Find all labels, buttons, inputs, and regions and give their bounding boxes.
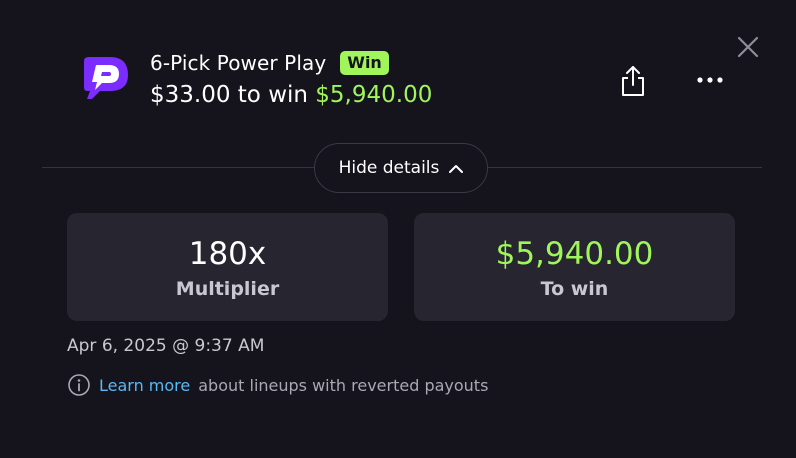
prizepicks-logo <box>84 57 128 99</box>
more-options-button[interactable] <box>694 66 726 94</box>
to-win-value: $5,940.00 <box>495 236 654 272</box>
multiplier-card: 180x Multiplier <box>67 213 388 321</box>
lineup-title: 6-Pick Power Play <box>150 51 327 75</box>
learn-more-link[interactable]: Learn more <box>99 376 190 395</box>
more-icon <box>697 77 723 83</box>
multiplier-label: Multiplier <box>175 278 280 300</box>
chevron-up-icon <box>449 164 464 173</box>
reverted-payouts-info: Learn more about lineups with reverted p… <box>67 373 488 397</box>
multiplier-value: 180x <box>188 236 267 272</box>
info-text: about lineups with reverted payouts <box>198 375 489 395</box>
stake-summary: $33.00 to win $5,940.00 <box>150 82 432 108</box>
hide-details-button[interactable]: Hide details <box>314 143 488 193</box>
hide-details-label: Hide details <box>338 158 440 178</box>
lineup-title-row: 6-Pick Power Play Win <box>150 51 389 75</box>
share-button[interactable] <box>618 63 648 99</box>
share-icon <box>622 66 644 96</box>
info-icon <box>68 374 90 396</box>
status-badge: Win <box>340 51 389 75</box>
to-win-label: To win <box>540 278 609 300</box>
to-win-card: $5,940.00 To win <box>414 213 735 321</box>
win-amount: $5,940.00 <box>315 82 433 108</box>
lineup-timestamp: Apr 6, 2025 @ 9:37 AM <box>67 336 265 356</box>
stake-text: $33.00 to win <box>150 82 308 108</box>
close-button[interactable] <box>734 33 762 61</box>
close-icon <box>737 36 759 58</box>
lineup-details-modal: 6-Pick Power Play Win $33.00 to win $5,9… <box>0 0 796 458</box>
